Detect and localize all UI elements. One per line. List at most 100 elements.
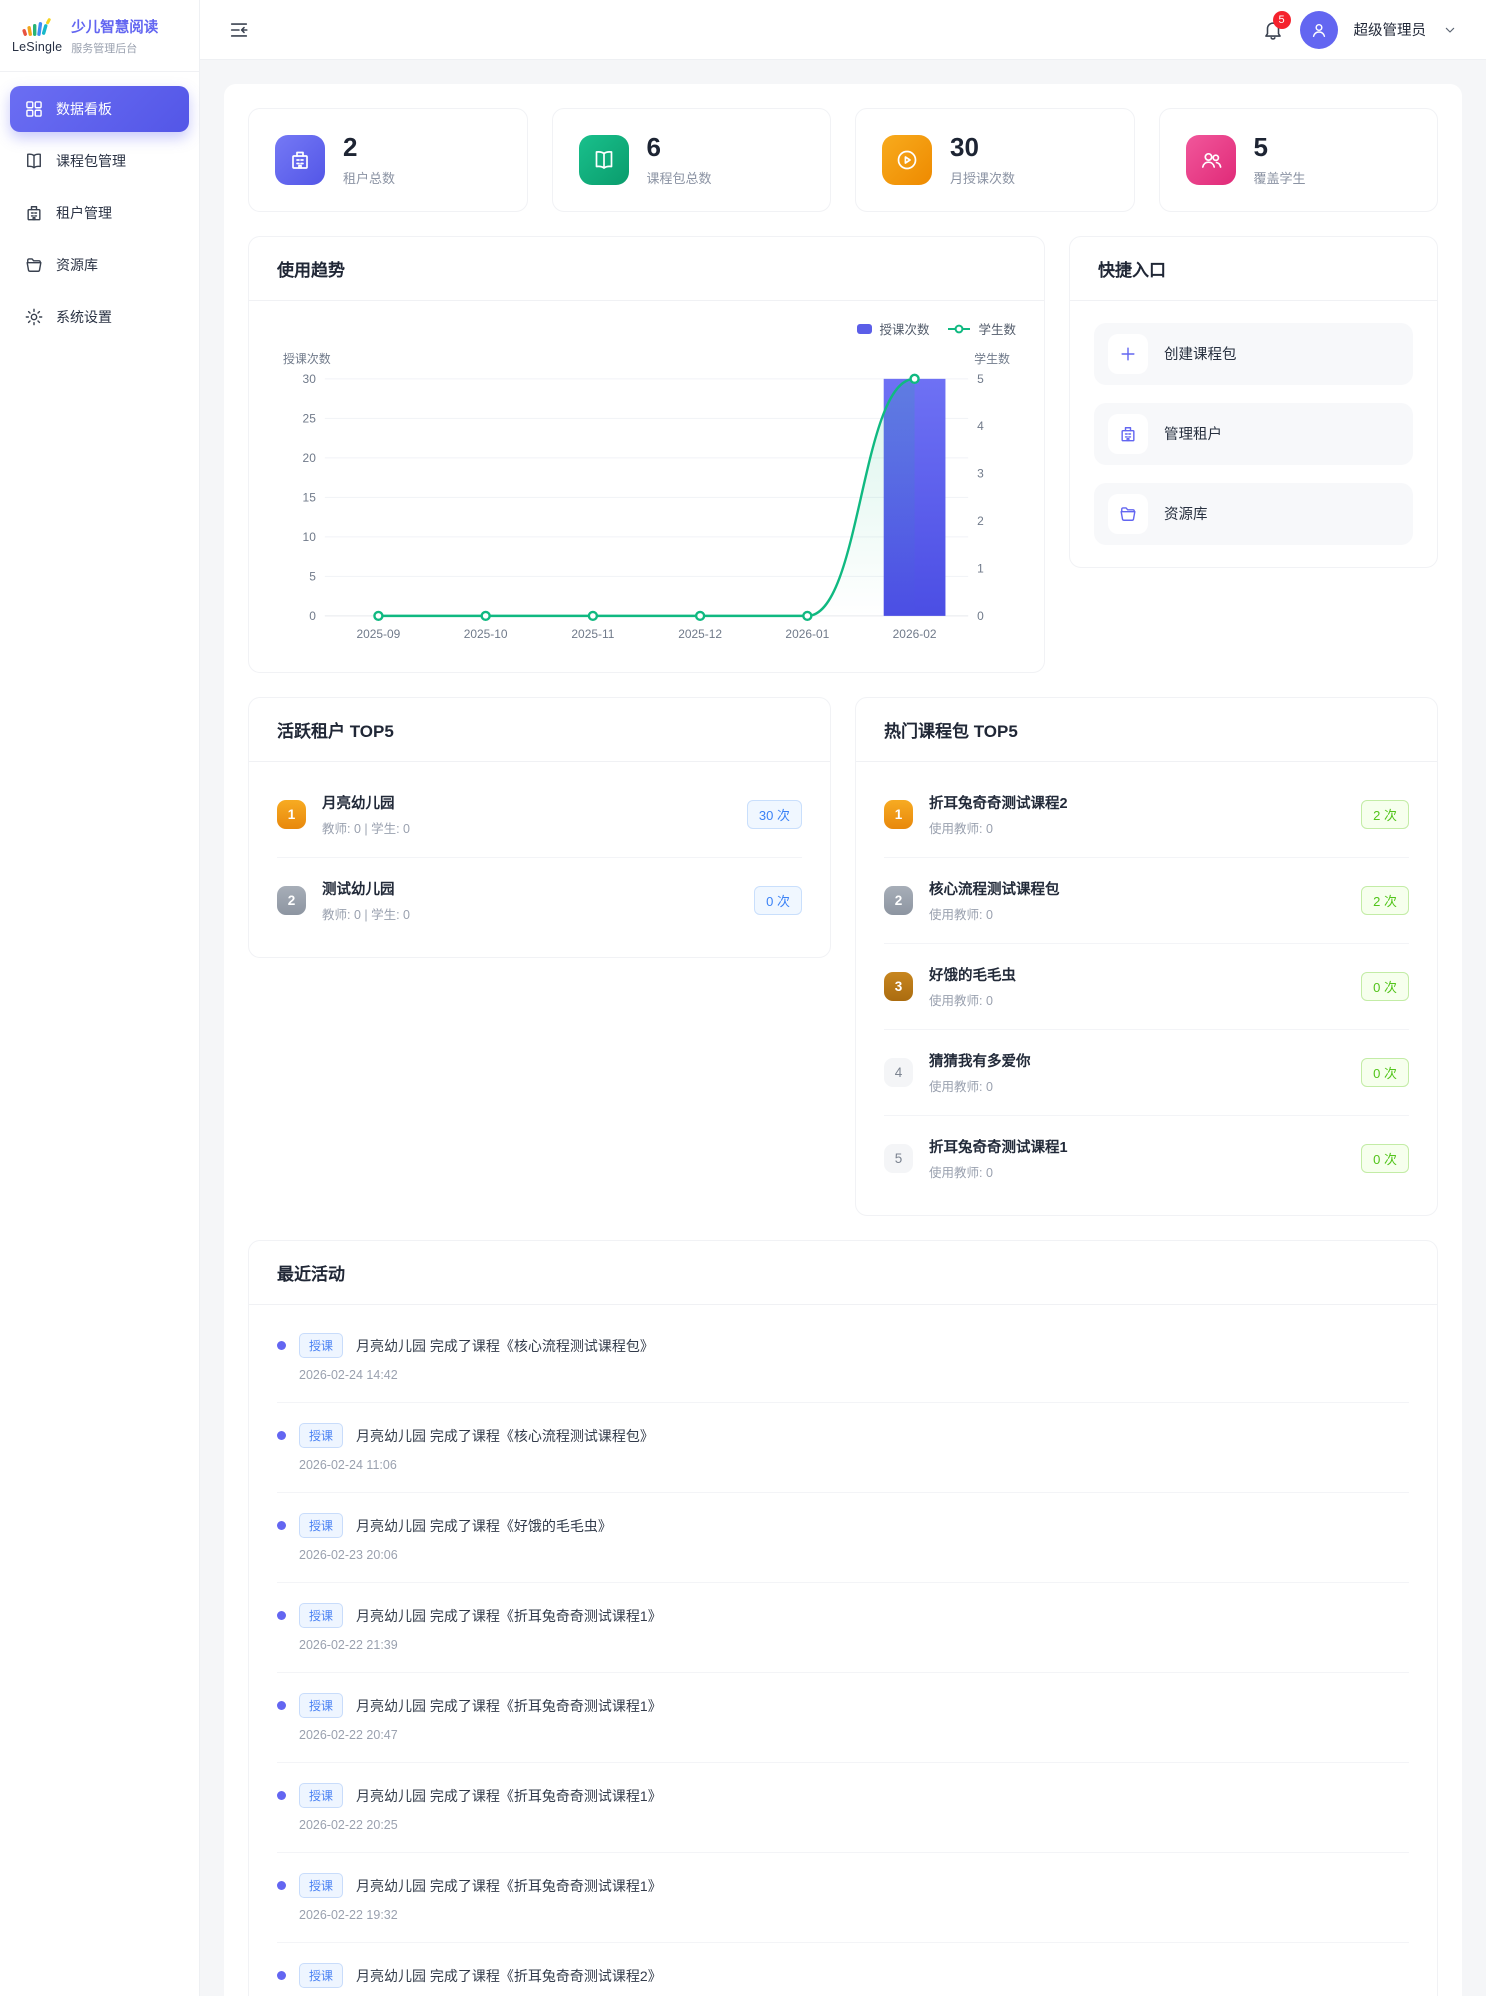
building-icon <box>288 148 312 172</box>
folder-icon <box>24 255 44 275</box>
activity-time: 2026-02-22 19:32 <box>299 1908 1409 1922</box>
count-badge: 0 次 <box>1361 1058 1409 1087</box>
legend-item-line[interactable]: 学生数 <box>947 319 1016 338</box>
svg-text:0: 0 <box>309 608 316 622</box>
svg-text:2: 2 <box>977 514 984 528</box>
rank-badge: 1 <box>277 800 306 829</box>
user-name[interactable]: 超级管理员 <box>1354 19 1427 40</box>
rank-badge: 2 <box>277 886 306 915</box>
activity-dot <box>277 1701 286 1710</box>
sidebar-collapse-icon[interactable] <box>228 19 250 41</box>
collapse-icon <box>228 19 250 41</box>
item-info: 好饿的毛毛虫使用教师: 0 <box>929 964 1345 1009</box>
activity-item: 授课月亮幼儿园 完成了课程《折耳兔奇奇测试课程2》2026-02-22 15:2… <box>277 1942 1409 1996</box>
activity-line: 授课月亮幼儿园 完成了课程《折耳兔奇奇测试课程1》 <box>277 1873 1409 1898</box>
activity-item: 授课月亮幼儿园 完成了课程《折耳兔奇奇测试课程1》 2026-02-22 19:3… <box>277 1852 1409 1942</box>
people-icon <box>1199 148 1223 172</box>
quick-entry-plus[interactable]: 创建课程包 <box>1094 323 1413 385</box>
quick-entry-building[interactable]: 管理租户 <box>1094 403 1413 465</box>
hot-packages-list: 1折耳兔奇奇测试课程2使用教师: 02 次2核心流程测试课程包使用教师: 02 … <box>856 762 1437 1215</box>
quick-entry-label: 管理租户 <box>1164 423 1222 444</box>
chevron-down-icon[interactable] <box>1442 22 1458 38</box>
quick-entry-icon-tile <box>1108 414 1148 454</box>
sidebar-item-gear[interactable]: 系统设置 <box>10 294 189 340</box>
rank-badge: 4 <box>884 1058 913 1087</box>
dashboard-icon <box>24 99 44 119</box>
list-item: 2测试幼儿园教师: 0 | 学生: 00 次 <box>277 857 802 943</box>
stat-texts: 30月授课次数 <box>950 133 1015 187</box>
play-icon <box>895 148 919 172</box>
count-badge: 2 次 <box>1361 886 1409 915</box>
item-name: 核心流程测试课程包 <box>929 878 1345 899</box>
quick-entry-folder[interactable]: 资源库 <box>1094 483 1413 545</box>
quick-entry-label: 创建课程包 <box>1164 343 1237 364</box>
usage-trend-body: 授课次数学生数 051015202530012345授课次数学生数2025-09… <box>249 301 1044 673</box>
activity-type-badge: 授课 <box>299 1693 343 1718</box>
activity-type-badge: 授课 <box>299 1423 343 1448</box>
app-root: LeSingle 少儿智慧阅读 服务管理后台 数据看板课程包管理租户管理资源库系… <box>0 0 1486 1996</box>
logo-text: LeSingle <box>12 40 62 54</box>
activity-text: 月亮幼儿园 完成了课程《折耳兔奇奇测试课程1》 <box>356 1696 662 1716</box>
hot-packages-title: 热门课程包 TOP5 <box>856 698 1437 762</box>
topbar-right: 5 超级管理员 <box>1262 11 1459 49</box>
item-name: 折耳兔奇奇测试课程2 <box>929 792 1345 813</box>
list-item: 1月亮幼儿园教师: 0 | 学生: 030 次 <box>277 772 802 857</box>
sidebar-item-dashboard[interactable]: 数据看板 <box>10 86 189 132</box>
sidebar-item-building[interactable]: 租户管理 <box>10 190 189 236</box>
count-badge: 30 次 <box>747 800 802 829</box>
svg-text:2025-11: 2025-11 <box>571 626 614 640</box>
svg-text:学生数: 学生数 <box>974 351 1010 366</box>
usage-trend-card: 使用趋势 授课次数学生数 051015202530012345授课次数学生数20… <box>248 236 1045 674</box>
svg-text:5: 5 <box>977 371 984 385</box>
activity-item: 授课月亮幼儿园 完成了课程《好饿的毛毛虫》2026-02-23 20:06 <box>277 1492 1409 1582</box>
activity-line: 授课月亮幼儿园 完成了课程《折耳兔奇奇测试课程1》 <box>277 1783 1409 1808</box>
svg-text:30: 30 <box>303 371 317 385</box>
dashboard-wrapper: 2租户总数6课程包总数30月授课次数5覆盖学生 使用趋势 授课次数学生数 051… <box>224 84 1462 1996</box>
rank-badge: 2 <box>884 886 913 915</box>
sidebar-nav: 数据看板课程包管理租户管理资源库系统设置 <box>0 72 199 354</box>
avatar[interactable] <box>1300 11 1338 49</box>
legend-item-bar[interactable]: 授课次数 <box>857 319 929 338</box>
building-icon <box>1118 424 1138 444</box>
notification-bell[interactable]: 5 <box>1262 19 1284 41</box>
logo-titles: 少儿智慧阅读 服务管理后台 <box>71 16 158 56</box>
activity-time: 2026-02-22 20:47 <box>299 1728 1409 1742</box>
svg-text:5: 5 <box>309 569 316 583</box>
sidebar-item-label: 资源库 <box>56 255 98 275</box>
item-name: 好饿的毛毛虫 <box>929 964 1345 985</box>
activity-time: 2026-02-22 21:39 <box>299 1638 1409 1652</box>
legend-line-swatch <box>947 324 971 334</box>
activity-time: 2026-02-22 20:25 <box>299 1818 1409 1832</box>
usage-trend-title: 使用趋势 <box>249 237 1044 301</box>
svg-text:2025-12: 2025-12 <box>678 626 722 640</box>
stat-card-book: 6课程包总数 <box>552 108 832 212</box>
sidebar-item-label: 数据看板 <box>56 99 112 119</box>
book-icon <box>24 151 44 171</box>
list-item: 4猜猜我有多爱你使用教师: 00 次 <box>884 1029 1409 1115</box>
sidebar-item-folder[interactable]: 资源库 <box>10 242 189 288</box>
item-sub: 使用教师: 0 <box>929 990 1345 1009</box>
activity-time: 2026-02-24 14:42 <box>299 1368 1409 1382</box>
svg-text:0: 0 <box>977 608 984 622</box>
sidebar-item-book[interactable]: 课程包管理 <box>10 138 189 184</box>
activity-line: 授课月亮幼儿园 完成了课程《折耳兔奇奇测试课程2》 <box>277 1963 1409 1988</box>
stat-value: 6 <box>647 133 712 162</box>
count-badge: 0 次 <box>754 886 802 915</box>
item-name: 折耳兔奇奇测试课程1 <box>929 1136 1345 1157</box>
recent-activity-list: 授课月亮幼儿园 完成了课程《核心流程测试课程包》2026-02-24 14:42… <box>249 1305 1437 1996</box>
active-tenants-list: 1月亮幼儿园教师: 0 | 学生: 030 次2测试幼儿园教师: 0 | 学生:… <box>249 762 830 957</box>
logo-icon <box>16 17 58 39</box>
activity-type-badge: 授课 <box>299 1603 343 1628</box>
middle-row: 使用趋势 授课次数学生数 051015202530012345授课次数学生数20… <box>248 236 1438 674</box>
item-sub: 使用教师: 0 <box>929 1076 1345 1095</box>
notification-badge: 5 <box>1273 11 1291 29</box>
stat-texts: 6课程包总数 <box>647 133 712 187</box>
person-icon <box>1309 20 1329 40</box>
svg-text:授课次数: 授课次数 <box>283 351 331 366</box>
item-sub: 使用教师: 0 <box>929 1162 1345 1181</box>
activity-type-badge: 授课 <box>299 1333 343 1358</box>
activity-text: 月亮幼儿园 完成了课程《折耳兔奇奇测试课程1》 <box>356 1786 662 1806</box>
stat-value: 5 <box>1254 133 1306 162</box>
activity-time: 2026-02-24 11:06 <box>299 1458 1409 1472</box>
activity-text: 月亮幼儿园 完成了课程《折耳兔奇奇测试课程1》 <box>356 1606 662 1626</box>
